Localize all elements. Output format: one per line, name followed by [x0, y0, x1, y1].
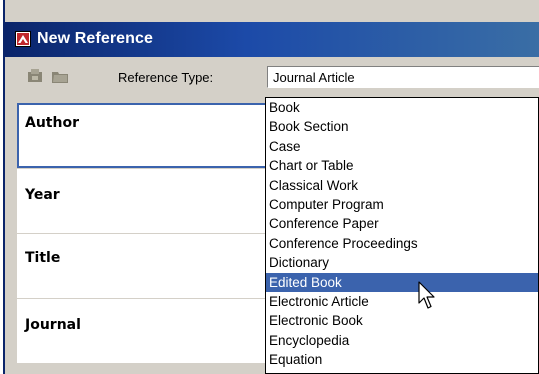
reference-type-value: Journal Article	[273, 70, 355, 85]
dropdown-option-book-section[interactable]: Book Section	[266, 117, 538, 136]
title-label: Title	[25, 250, 61, 266]
journal-field[interactable]: Journal	[17, 298, 269, 363]
dropdown-option-electronic-article[interactable]: Electronic Article	[266, 292, 538, 311]
reference-type-dropdown-list[interactable]: Book Book Section Case Chart or Table Cl…	[265, 97, 539, 374]
dropdown-option-edited-book[interactable]: Edited Book	[266, 272, 538, 292]
author-field[interactable]: Author	[17, 103, 269, 168]
reference-type-label: Reference Type:	[118, 70, 214, 85]
dropdown-option-dictionary[interactable]: Dictionary	[266, 253, 538, 272]
title-field[interactable]: Title	[17, 233, 269, 298]
dropdown-option-computer-program[interactable]: Computer Program	[266, 195, 538, 214]
dropdown-option-electronic-book[interactable]: Electronic Book	[266, 311, 538, 330]
dropdown-option-classical-work[interactable]: Classical Work	[266, 176, 538, 195]
mouse-pointer-icon	[418, 281, 435, 309]
dropdown-option-case[interactable]: Case	[266, 137, 538, 156]
dropdown-option-book[interactable]: Book	[266, 98, 538, 117]
open-folder-icon[interactable]	[51, 68, 69, 84]
reference-type-select[interactable]: Journal Article	[267, 66, 539, 88]
title-bar[interactable]: New Reference	[5, 22, 539, 57]
dropdown-option-equation[interactable]: Equation	[266, 350, 538, 369]
year-label: Year	[25, 187, 60, 203]
save-reference-icon[interactable]	[27, 68, 45, 84]
year-field[interactable]: Year	[17, 168, 269, 233]
dropdown-option-conference-paper[interactable]: Conference Paper	[266, 214, 538, 233]
author-label: Author	[25, 115, 79, 131]
toolbar: Reference Type: Journal Article	[5, 57, 539, 96]
window-title: New Reference	[37, 30, 154, 47]
endnote-app-icon	[15, 31, 31, 47]
journal-label: Journal	[25, 317, 81, 333]
dropdown-option-encyclopedia[interactable]: Encyclopedia	[266, 331, 538, 350]
dropdown-option-conference-proceedings[interactable]: Conference Proceedings	[266, 234, 538, 253]
dropdown-option-chart-or-table[interactable]: Chart or Table	[266, 156, 538, 175]
